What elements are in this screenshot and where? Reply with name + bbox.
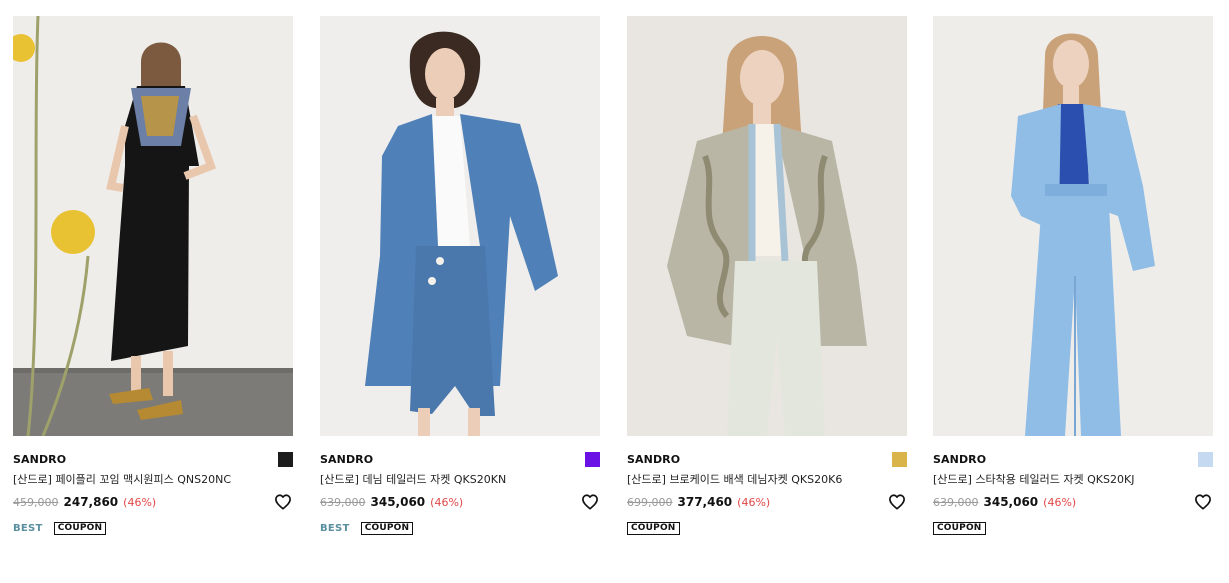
- color-swatch[interactable]: [892, 452, 907, 467]
- coupon-badge: COUPON: [53, 521, 107, 535]
- best-badge: BEST: [320, 522, 350, 534]
- product-image[interactable]: [320, 16, 600, 436]
- original-price: 639,000: [320, 496, 366, 509]
- heart-icon[interactable]: [274, 493, 292, 511]
- product-brand: SANDRO: [627, 453, 681, 466]
- badge-row: BEST COUPON: [320, 521, 600, 535]
- product-card[interactable]: SANDRO [산드로] 페이플리 꼬임 맥시원피스 QNS20NC 459,0…: [13, 16, 293, 535]
- badge-row: COUPON: [627, 521, 907, 535]
- heart-icon[interactable]: [1194, 493, 1212, 511]
- discount-rate: (46%): [1043, 496, 1077, 509]
- badge-row: COUPON: [933, 521, 1213, 535]
- coupon-badge: COUPON: [627, 521, 680, 535]
- product-name[interactable]: [산드로] 스타착용 테일러드 자켓 QKS20KJ: [933, 473, 1213, 487]
- best-badge: BEST: [13, 522, 43, 534]
- sale-price: 345,060: [370, 495, 426, 509]
- product-image[interactable]: [13, 16, 293, 436]
- product-photo-illustration: [13, 16, 293, 436]
- product-card[interactable]: SANDRO [산드로] 스타착용 테일러드 자켓 QKS20KJ 639,00…: [933, 16, 1213, 535]
- heart-icon[interactable]: [888, 493, 906, 511]
- original-price: 459,000: [13, 496, 59, 509]
- price-row: 639,000 345,060 (46%): [320, 494, 600, 510]
- product-image[interactable]: [933, 16, 1213, 436]
- original-price: 699,000: [627, 496, 673, 509]
- product-card[interactable]: SANDRO [산드로] 데님 테일러드 자켓 QKS20KN 639,000 3…: [320, 16, 600, 535]
- product-brand: SANDRO: [933, 453, 987, 466]
- badge-row: BEST COUPON: [13, 521, 293, 535]
- product-brand: SANDRO: [13, 453, 67, 466]
- product-photo-illustration: [627, 16, 907, 436]
- sale-price: 345,060: [983, 495, 1039, 509]
- color-swatch[interactable]: [278, 452, 293, 467]
- product-photo-illustration: [320, 16, 600, 436]
- product-grid: SANDRO [산드로] 페이플리 꼬임 맥시원피스 QNS20NC 459,0…: [0, 0, 1229, 583]
- price-row: 639,000 345,060 (46%): [933, 494, 1213, 510]
- sale-price: 377,460: [677, 495, 733, 509]
- discount-rate: (46%): [430, 496, 464, 509]
- product-name[interactable]: [산드로] 브로케이드 배색 데님자켓 QKS20K6: [627, 473, 907, 487]
- coupon-badge: COUPON: [933, 521, 986, 535]
- product-name[interactable]: [산드로] 페이플리 꼬임 맥시원피스 QNS20NC: [13, 473, 293, 487]
- discount-rate: (46%): [737, 496, 771, 509]
- coupon-badge: COUPON: [360, 521, 414, 535]
- price-row: 459,000 247,860 (46%): [13, 494, 293, 510]
- product-brand: SANDRO: [320, 453, 374, 466]
- sale-price: 247,860: [63, 495, 119, 509]
- product-card[interactable]: SANDRO [산드로] 브로케이드 배색 데님자켓 QKS20K6 699,0…: [627, 16, 907, 535]
- product-name[interactable]: [산드로] 데님 테일러드 자켓 QKS20KN: [320, 473, 600, 487]
- color-swatch[interactable]: [585, 452, 600, 467]
- price-row: 699,000 377,460 (46%): [627, 494, 907, 510]
- original-price: 639,000: [933, 496, 979, 509]
- product-image[interactable]: [627, 16, 907, 436]
- heart-icon[interactable]: [581, 493, 599, 511]
- product-photo-illustration: [933, 16, 1213, 436]
- discount-rate: (46%): [123, 496, 157, 509]
- color-swatch[interactable]: [1198, 452, 1213, 467]
